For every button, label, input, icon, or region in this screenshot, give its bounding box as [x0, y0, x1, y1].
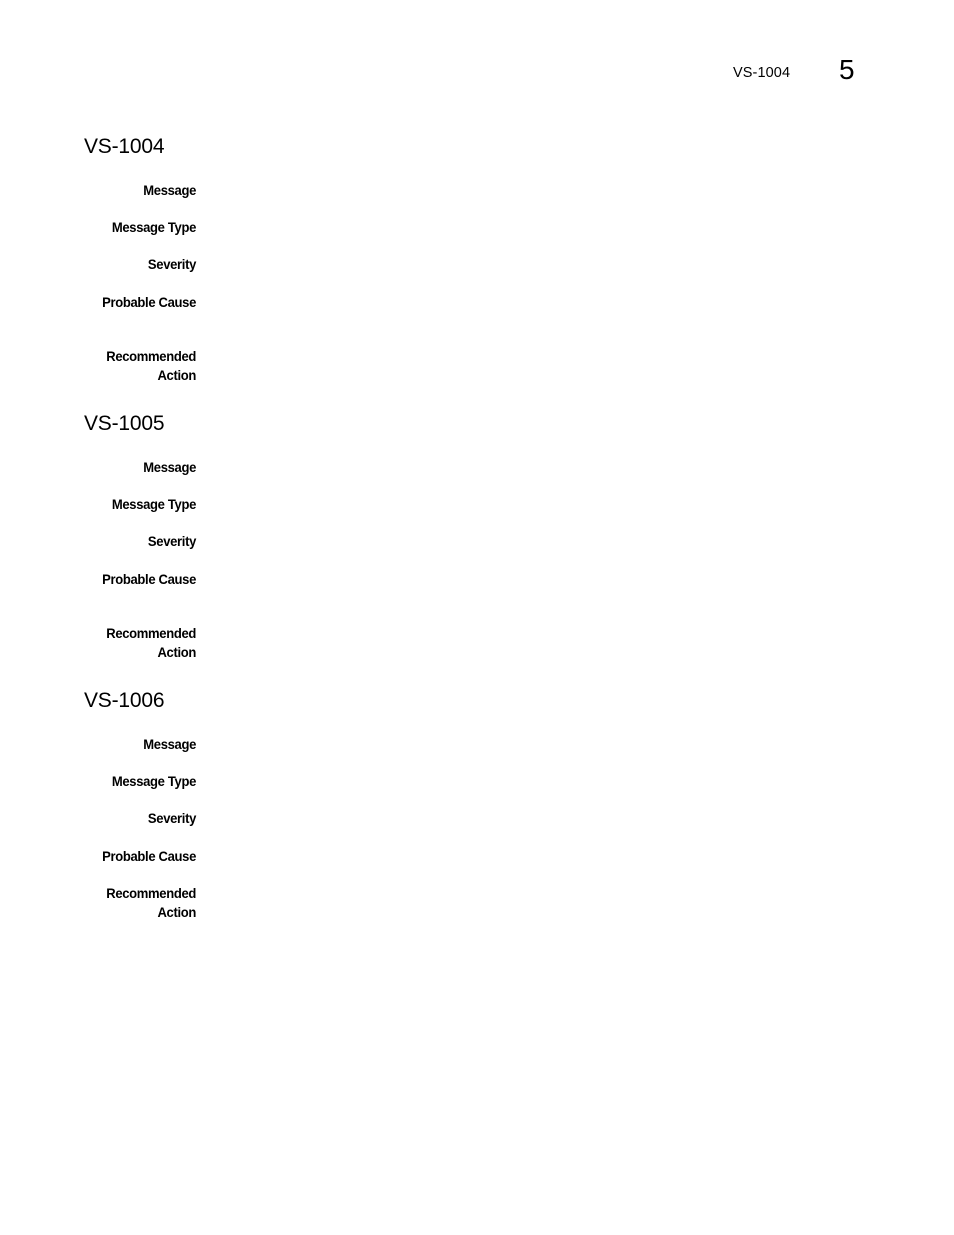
probable-cause-value	[212, 847, 872, 865]
message-type-label: Message Type	[111, 496, 196, 512]
recommended-action-label-line1: Recommended	[106, 625, 196, 641]
message-type-value	[212, 495, 872, 513]
page-number: 5	[839, 54, 855, 85]
message-type-value	[212, 218, 872, 236]
severity-label: Severity	[147, 810, 196, 826]
message-type-label: Message Type	[111, 219, 196, 235]
recommended-action-label-line2: Action	[157, 644, 196, 660]
message-value	[212, 181, 872, 199]
message-label: Message	[143, 182, 196, 198]
message-value	[212, 458, 872, 476]
severity-value	[212, 809, 872, 827]
probable-cause-label: Probable Cause	[102, 294, 196, 310]
recommended-action-label-line1: Recommended	[106, 348, 196, 364]
message-type-value	[212, 772, 872, 790]
probable-cause-label: Probable Cause	[102, 848, 196, 864]
section-title: VS-1004	[84, 135, 165, 158]
severity-label: Severity	[147, 533, 196, 549]
recommended-action-value	[212, 347, 872, 365]
probable-cause-label: Probable Cause	[102, 571, 196, 587]
severity-value	[212, 255, 872, 273]
message-label: Message	[143, 736, 196, 752]
recommended-action-value	[212, 624, 872, 642]
message-type-label: Message Type	[111, 773, 196, 789]
severity-value	[212, 532, 872, 550]
probable-cause-value	[212, 293, 872, 311]
section-title: VS-1006	[84, 689, 165, 712]
message-label: Message	[143, 459, 196, 475]
recommended-action-label-line2: Action	[157, 904, 196, 920]
running-header-title: VS-1004	[733, 65, 791, 81]
probable-cause-value	[212, 570, 872, 588]
recommended-action-label-line2: Action	[157, 367, 196, 383]
message-value	[212, 735, 872, 753]
severity-label: Severity	[147, 256, 196, 272]
recommended-action-label-line1: Recommended	[106, 885, 196, 901]
section-title: VS-1005	[84, 412, 165, 435]
recommended-action-value	[212, 884, 872, 902]
